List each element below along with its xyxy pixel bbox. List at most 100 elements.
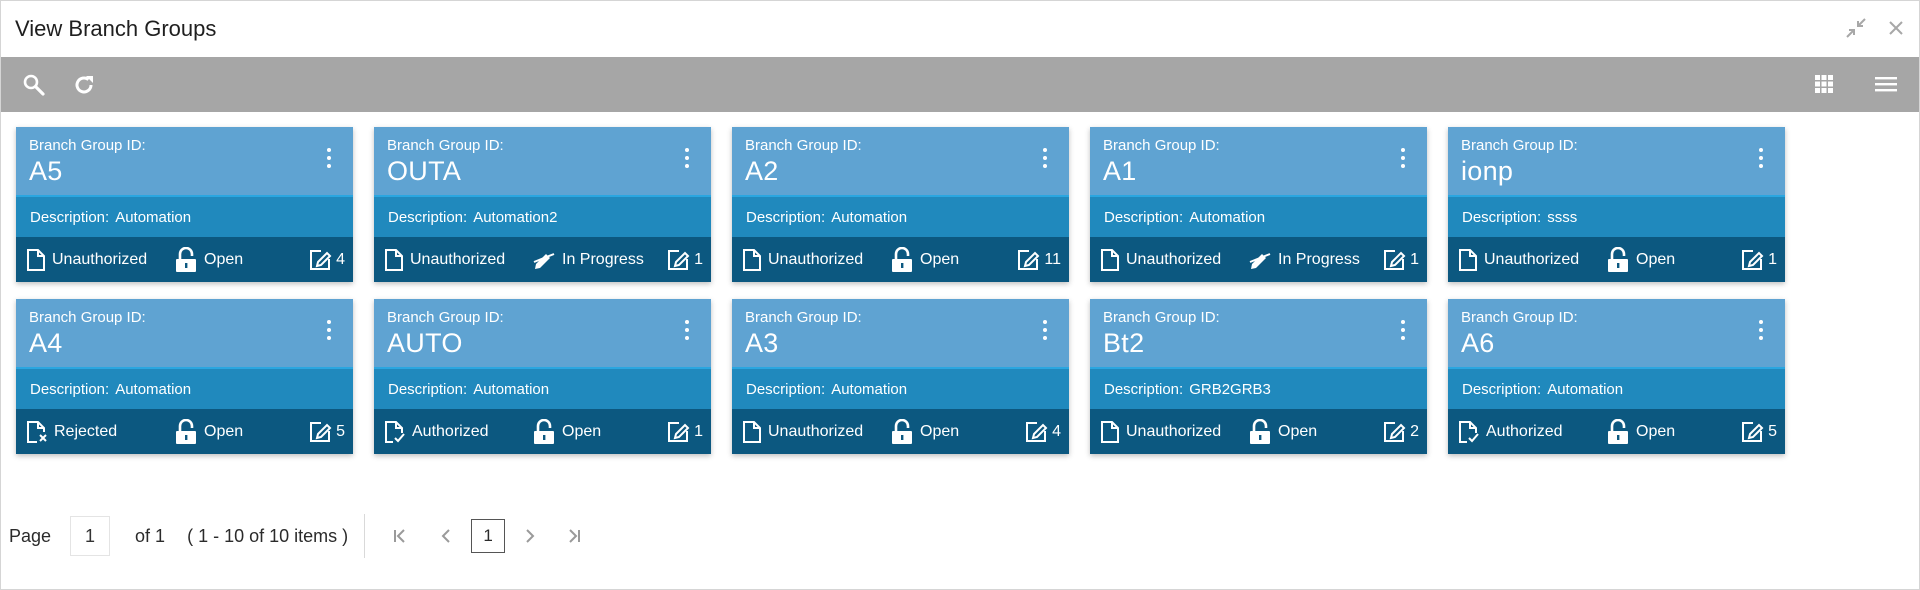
branch-group-card[interactable]: Branch Group ID: OUTA Description: Autom… [374,127,711,282]
unlock-icon [532,418,556,445]
document-icon [742,420,762,444]
branch-group-card[interactable]: Branch Group ID: AUTO Description: Autom… [374,299,711,454]
more-options-icon[interactable] [321,145,337,171]
unlock-icon [1606,418,1630,445]
description-label: Description: [1104,208,1184,226]
close-icon[interactable] [1883,15,1909,41]
view-branch-groups-window: View Branch Groups Branch Group ID: A5 D… [0,0,1920,590]
unlock-icon [174,246,198,273]
unlock-icon [890,246,914,273]
more-options-icon[interactable] [321,317,337,343]
card-status-row: Unauthorized In Progress 1 [1090,237,1427,282]
record-status: Open [1278,422,1318,440]
edit-icon [1382,248,1406,272]
edit-icon [666,248,690,272]
modification-count[interactable]: 11 [1016,248,1061,272]
more-options-icon[interactable] [679,317,695,343]
more-options-icon[interactable] [1037,317,1053,343]
record-status: Open [1636,250,1676,268]
first-page-icon[interactable] [385,519,415,553]
branch-group-card[interactable]: Branch Group ID: ionp Description: ssss … [1448,127,1785,282]
more-options-icon[interactable] [1037,145,1053,171]
unlock-icon [890,418,914,445]
page-of-label: of 1 [135,525,166,546]
branch-group-id-value: A5 [29,156,63,186]
card-header: Branch Group ID: OUTA [374,127,711,197]
modification-count[interactable]: 1 [666,248,703,272]
modification-count-value: 11 [1044,250,1061,268]
edit-icon [308,248,332,272]
card-description-row: Description: Automation [1448,369,1785,409]
description-label: Description: [388,208,468,226]
branch-group-id-label: Branch Group ID: [1461,309,1578,326]
branch-group-id-label: Branch Group ID: [1461,137,1578,154]
branch-group-id-value: A2 [745,156,779,186]
window-controls [1843,15,1909,41]
description-label: Description: [388,380,468,398]
authorization-status: Unauthorized [52,250,148,268]
title-bar: View Branch Groups [1,1,1919,57]
branch-group-id-value: A6 [1461,328,1495,358]
branch-group-id-value: AUTO [387,328,463,358]
search-icon[interactable] [19,70,49,100]
modification-count-value: 4 [336,250,345,268]
branch-group-id-value: ionp [1461,156,1514,186]
modification-count[interactable]: 2 [1382,420,1419,444]
branch-group-card[interactable]: Branch Group ID: Bt2 Description: GRB2GR… [1090,299,1427,454]
branch-group-card[interactable]: Branch Group ID: A6 Description: Automat… [1448,299,1785,454]
authorization-status: Unauthorized [768,250,864,268]
more-options-icon[interactable] [1395,317,1411,343]
modification-count[interactable]: 4 [308,248,345,272]
branch-group-card[interactable]: Branch Group ID: A1 Description: Automat… [1090,127,1427,282]
card-header: Branch Group ID: A5 [16,127,353,197]
page-number-input[interactable]: 1 [70,516,111,556]
description-value: Automation [1547,380,1624,398]
description-label: Description: [30,380,110,398]
card-description-row: Description: Automation2 [374,197,711,237]
authorization-status: Unauthorized [410,250,506,268]
record-status: Open [920,250,960,268]
modification-count-value: 5 [336,422,345,440]
previous-page-icon[interactable] [431,519,461,553]
pen-icon [1248,250,1272,270]
branch-group-card[interactable]: Branch Group ID: A2 Description: Automat… [732,127,1069,282]
document-icon [742,248,762,272]
modification-count[interactable]: 5 [1740,420,1777,444]
card-description-row: Description: Automation [16,197,353,237]
record-status: Open [1636,422,1676,440]
next-page-icon[interactable] [515,519,545,553]
modification-count[interactable]: 1 [1382,248,1419,272]
document-icon [384,248,404,272]
document-authorized-icon [384,420,406,444]
modification-count[interactable]: 4 [1024,420,1061,444]
record-status: Open [920,422,960,440]
branch-group-id-label: Branch Group ID: [387,309,504,326]
list-view-icon[interactable] [1871,69,1901,99]
description-value: GRB2GRB3 [1189,380,1271,398]
branch-group-id-value: A1 [1103,156,1137,186]
refresh-icon[interactable] [69,70,99,100]
modification-count[interactable]: 1 [1740,248,1777,272]
branch-group-id-label: Branch Group ID: [1103,137,1220,154]
record-status: Open [204,250,244,268]
description-value: Automation [115,380,192,398]
minimize-icon[interactable] [1843,15,1869,41]
grid-view-icon[interactable] [1809,69,1839,99]
edit-icon [1740,420,1764,444]
branch-group-card[interactable]: Branch Group ID: A5 Description: Automat… [16,127,353,282]
modification-count-value: 5 [1768,422,1777,440]
more-options-icon[interactable] [1753,145,1769,171]
current-page-button[interactable]: 1 [471,519,506,553]
more-options-icon[interactable] [1395,145,1411,171]
more-options-icon[interactable] [1753,317,1769,343]
edit-icon [308,420,332,444]
modification-count[interactable]: 5 [308,420,345,444]
pagination: Page 1 of 1 ( 1 - 10 of 10 items ) 1 [9,514,589,558]
branch-group-card[interactable]: Branch Group ID: A3 Description: Automat… [732,299,1069,454]
branch-group-card[interactable]: Branch Group ID: A4 Description: Automat… [16,299,353,454]
modification-count[interactable]: 1 [666,420,703,444]
last-page-icon[interactable] [559,519,589,553]
more-options-icon[interactable] [679,145,695,171]
description-label: Description: [1462,380,1542,398]
description-value: Automation [115,208,192,226]
